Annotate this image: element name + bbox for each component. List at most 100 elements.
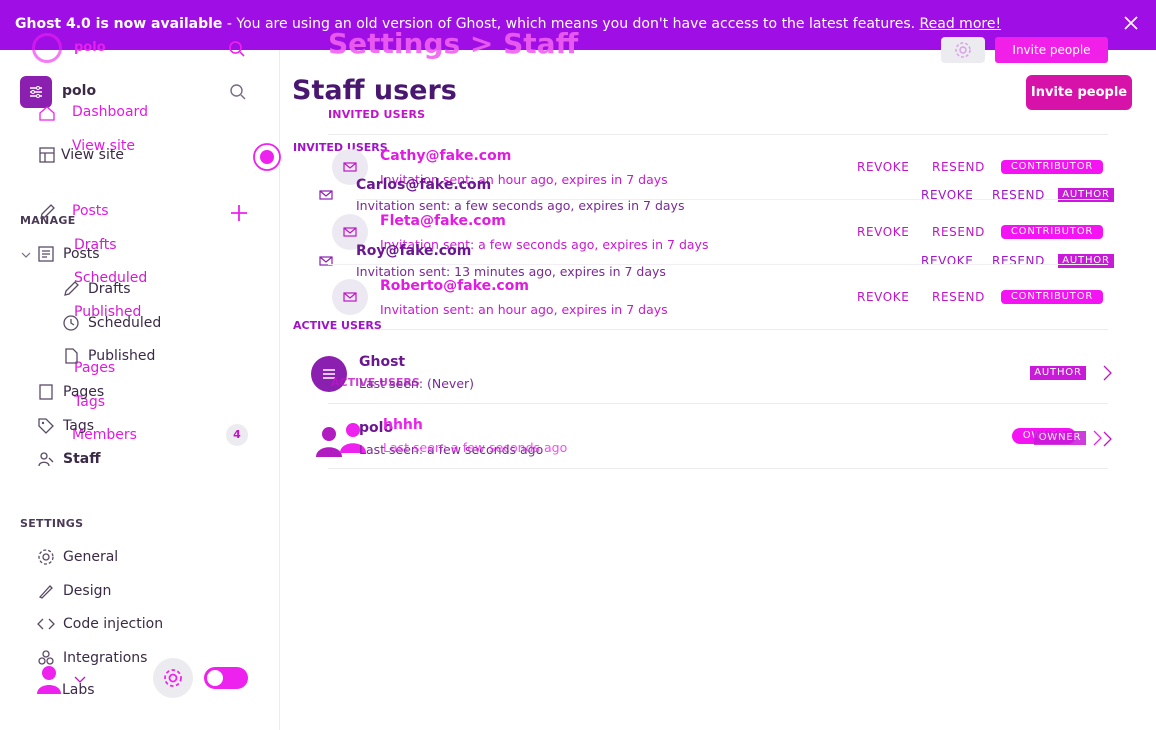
invite-meta: Invitation sent: a few seconds ago, expi… [356,198,685,213]
ghost-toggle [204,667,248,689]
ghost-nav-posts: Posts [72,203,109,219]
sidebar-item-staff[interactable]: Staff [37,450,101,468]
ghost-members-count: 4 [226,424,248,446]
chevron-right-icon[interactable] [1100,364,1116,382]
invite-avatar [332,279,368,315]
revoke-button[interactable]: REVOKE [857,225,909,239]
gear-icon [38,549,54,565]
tag-icon [38,418,54,434]
draft-pencil-icon [64,281,79,296]
site-name: polo [62,83,97,99]
user-name[interactable]: Ghost [359,354,405,370]
brush-icon [38,585,53,599]
user-meta: Last seen: (Never) [359,376,475,391]
active-users-label: ACTIVE USERS [293,319,382,332]
page-title: Staff users [292,75,457,106]
sidebar-item-label: Scheduled [88,315,162,331]
pages-icon [39,384,53,400]
divider [328,468,1108,469]
chevron-right-icon[interactable] [1100,430,1116,448]
divider [328,329,1108,330]
sidebar-item-general[interactable]: General [37,548,118,566]
sidebar-item-tags[interactable]: Tags [37,417,94,435]
ghost-invited-label: INVITED USERS [328,108,426,121]
resend-button[interactable]: RESEND [992,254,1045,268]
sidebar-item-view-site[interactable]: View site [38,146,124,164]
ghost-user-avatar-icon [37,666,61,694]
clock-icon [63,315,79,331]
resend-button[interactable]: RESEND [932,290,985,304]
resend-button[interactable]: RESEND [932,225,985,239]
role-badge: OWNER [1034,431,1086,445]
divider [328,134,1108,135]
sidebar-item-label: Integrations [63,650,148,666]
ghost-settings-circle [153,658,193,698]
envelope-icon [343,292,357,302]
sidebar-item-posts[interactable]: Posts [37,245,100,263]
sidebar-item-label: Pages [63,384,105,400]
ghost-gear-icon [955,42,971,58]
invite-email: Roberto@fake.com [380,278,529,294]
sidebar-item-scheduled[interactable]: Scheduled [62,314,161,332]
role-badge[interactable]: CONTRIBUTOR [1001,160,1103,174]
chevron-down-icon[interactable] [20,249,32,261]
ghost-target-icon [253,143,281,171]
ghost-breadcrumb: Settings > Staff [328,27,579,60]
role-badge[interactable]: CONTRIBUTOR [1001,290,1103,304]
sidebar-item-drafts[interactable]: Drafts [62,280,131,298]
ghost-plus-icon [231,205,247,221]
invite-email: Fleta@fake.com [380,213,506,229]
layout-icon [39,147,55,163]
ghost-settings-button [941,37,985,63]
close-icon[interactable] [1122,14,1140,32]
ghost-invite-button: Invite people [995,37,1108,63]
revoke-button[interactable]: REVOKE [857,290,909,304]
banner-version: Ghost 4.0 is now available [15,16,223,32]
divider [356,199,1108,200]
posts-icon [38,246,54,262]
invite-email: Roy@fake.com [356,243,472,259]
ghost-nav-dashboard: Dashboard [72,104,148,120]
invite-meta: Invitation sent: 13 minutes ago, expires… [356,264,666,279]
sidebar-item-code-injection[interactable]: Code injection [37,615,163,633]
staff-icon [38,452,54,467]
sidebar-item-label: Tags [63,418,94,434]
document-icon [65,348,78,364]
sidebar-item-published[interactable]: Published [62,347,155,365]
envelope-icon [319,190,333,200]
sliders-icon [30,86,42,98]
invite-meta: Invitation sent: an hour ago, expires in… [380,302,668,317]
search-icon[interactable] [229,83,247,101]
sidebar-item-label: Staff [63,451,101,467]
banner-read-more-link[interactable]: Read more! [920,16,1002,32]
ghost-gear-icon [164,669,182,687]
invite-email: Carlos@fake.com [356,177,492,193]
role-badge[interactable]: CONTRIBUTOR [1001,225,1103,239]
envelope-icon [343,162,357,172]
resend-button[interactable]: RESEND [932,160,985,174]
sidebar-item-label: View site [61,147,124,163]
ghost-user-name: hhhh [383,417,423,433]
divider [328,264,1108,265]
sidebar-item-label: Posts [63,246,100,262]
sidebar-item-label: Code injection [63,616,164,632]
revoke-button[interactable]: REVOKE [921,254,973,268]
ghost-user-meta: Last seen: a few seconds ago [383,440,568,455]
sidebar-item-label: Design [63,583,112,599]
sidebar-item-label: General [63,549,119,565]
envelope-icon [319,256,333,266]
ghost-chevron-icon [74,676,86,683]
role-badge: AUTHOR [1030,366,1086,380]
envelope-icon [343,227,357,237]
ghost-home-icon [39,106,55,121]
divider [328,403,1108,404]
code-icon [37,618,55,630]
sidebar-item-design[interactable]: Design [37,582,111,600]
role-badge[interactable]: AUTHOR [1058,254,1114,268]
pencil-icon [40,204,55,219]
invite-people-button[interactable]: Invite people [1026,75,1132,110]
sidebar-item-pages[interactable]: Pages [37,383,104,401]
revoke-button[interactable]: REVOKE [857,160,909,174]
invite-email: Cathy@fake.com [380,148,512,164]
settings-section-label: SETTINGS [20,517,84,530]
